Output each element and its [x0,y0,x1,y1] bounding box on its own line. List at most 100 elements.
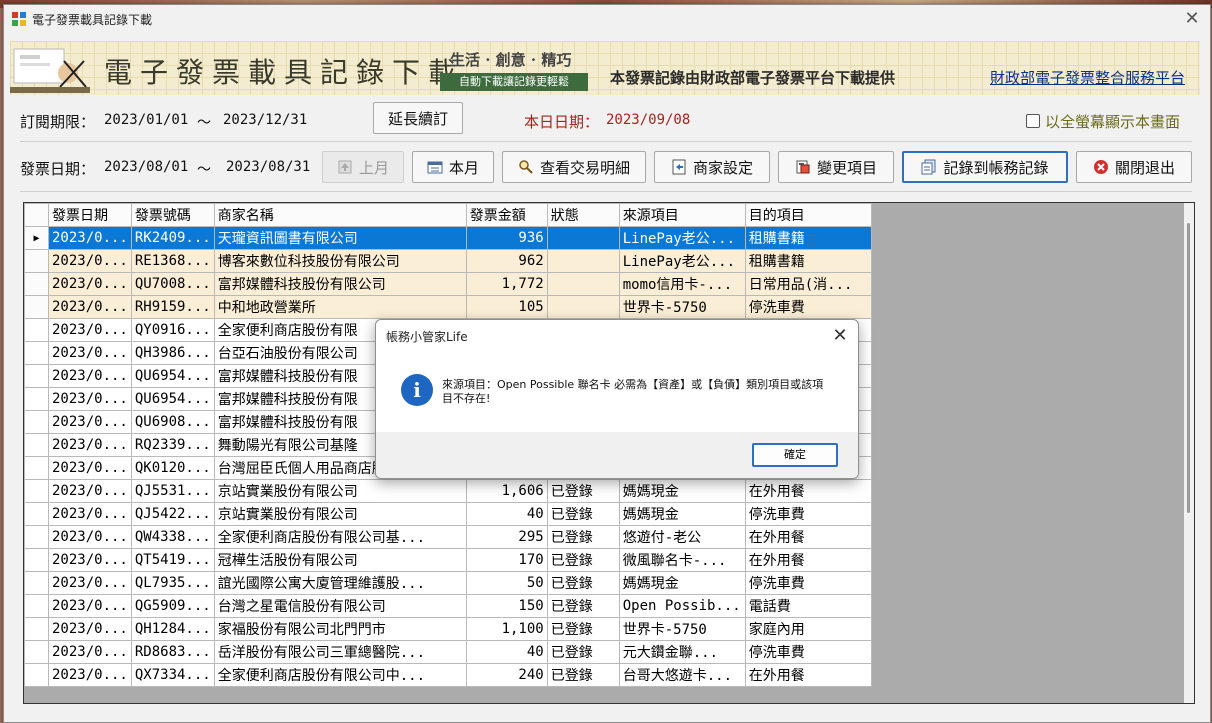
cell-target[interactable]: 在外用餐 [744,663,872,687]
cell-amount[interactable]: 170 [465,548,548,572]
cell-source[interactable]: 元大鑽金聯... [618,640,746,664]
cell-merchant[interactable]: 岳洋股份有限公司三軍總醫院... [213,640,467,664]
cell-merchant[interactable]: 全家便利商店股份有限公司基... [213,525,467,549]
cell-amount[interactable]: 936 [465,226,548,250]
cell-status[interactable]: 已登錄 [546,571,620,595]
cell-no[interactable]: QJ5422... [130,502,215,526]
scrollbar-thumb[interactable] [1187,223,1190,513]
cell-date[interactable]: 2023/0... [48,433,132,457]
cell-date[interactable]: 2023/0... [48,318,132,342]
cell-source[interactable]: LinePay老公... [618,226,746,250]
cell-target[interactable]: 家庭內用 [744,617,872,641]
ok-button[interactable]: 確定 [752,443,838,467]
cell-amount[interactable]: 50 [465,571,548,595]
row-header[interactable] [24,663,49,687]
column-header[interactable]: 商家名稱 [213,203,467,227]
cell-amount[interactable]: 962 [465,249,548,273]
table-row[interactable]: 2023/0... QX7334... 全家便利商店股份有限公司中... 240 已登錄… [24,663,872,687]
row-header[interactable] [24,502,49,526]
cell-date[interactable]: 2023/0... [48,548,132,572]
row-header[interactable] [24,548,49,572]
close-exit-button[interactable]: 關閉退出 [1076,151,1192,183]
cell-status[interactable]: 已登錄 [546,525,620,549]
this-month-button[interactable]: 本月 [412,151,494,183]
table-row[interactable]: ▶ 2023/0... RK2409... 天瓏資訊圖書有限公司 936 LinePay老… [24,226,872,250]
cell-amount[interactable]: 150 [465,594,548,618]
cell-date[interactable]: 2023/0... [48,341,132,365]
cell-target[interactable]: 停洗車費 [744,640,872,664]
cell-target[interactable]: 停洗車費 [744,502,872,526]
row-header[interactable] [24,571,49,595]
row-header[interactable] [24,387,49,411]
table-row[interactable]: 2023/0... QL7935... 誼光國際公寓大廈管理維護股... 50 已登錄媽… [24,571,872,595]
fullscreen-label[interactable]: 以全螢幕顯示本畫面 [1045,111,1180,132]
cell-status[interactable] [546,226,620,250]
cell-date[interactable]: 2023/0... [48,663,132,687]
einvoice-portal-link[interactable]: 財政部電子發票整合服務平台 [990,67,1185,88]
cell-amount[interactable]: 1,606 [465,479,548,503]
cell-merchant[interactable]: 家福股份有限公司北門門市 [213,617,467,641]
cell-date[interactable]: 2023/0... [48,387,132,411]
cell-amount[interactable]: 1,100 [465,617,548,641]
cell-no[interactable]: QU6954... [130,364,215,388]
cell-date[interactable]: 2023/0... [48,479,132,503]
column-header[interactable]: 狀態 [546,203,620,227]
cell-source[interactable]: 媽媽現金 [618,479,746,503]
cell-merchant[interactable]: 京站實業股份有限公司 [213,479,467,503]
cell-target[interactable]: 在外用餐 [744,479,872,503]
view-details-button[interactable]: 查看交易明細 [502,151,646,183]
cell-target[interactable]: 停洗車費 [744,571,872,595]
cell-no[interactable]: QG5909... [130,594,215,618]
cell-date[interactable]: 2023/0... [48,272,132,296]
row-header[interactable] [24,364,49,388]
cell-source[interactable]: 世界卡-5750 [618,295,746,319]
column-header[interactable]: 發票號碼 [130,203,215,227]
cell-amount[interactable]: 295 [465,525,548,549]
cell-amount[interactable]: 40 [465,640,548,664]
cell-merchant[interactable]: 台灣之星電信股份有限公司 [213,594,467,618]
table-row[interactable]: 2023/0... QU7008... 富邦媒體科技股份有限公司 1,772 momo信… [24,272,872,296]
cell-date[interactable]: 2023/0... [48,456,132,480]
cell-no[interactable]: QJ5531... [130,479,215,503]
table-row[interactable]: 2023/0... QJ5422... 京站實業股份有限公司 40 已登錄 媽媽現金 停洗車… [24,502,872,526]
table-row[interactable]: 2023/0... RD8683... 岳洋股份有限公司三軍總醫院... 40 已登錄元… [24,640,872,664]
cell-date[interactable]: 2023/0... [48,502,132,526]
cell-no[interactable]: QU7008... [130,272,215,296]
cell-source[interactable]: 台哥大悠遊卡... [618,663,746,687]
column-header[interactable]: 發票日期 [48,203,132,227]
cell-no[interactable]: QK0120... [130,456,215,480]
fullscreen-checkbox[interactable] [1026,114,1040,128]
row-header[interactable] [24,249,49,273]
table-row[interactable]: 2023/0... QT5419... 冠樺生活股份有限公司 170 已登錄 微風聯名卡-… [24,548,872,572]
row-header[interactable] [24,640,49,664]
row-header[interactable] [24,295,49,319]
cell-date[interactable]: 2023/0... [48,249,132,273]
record-to-ledger-button[interactable]: 記錄到帳務記錄 [902,151,1068,183]
cell-no[interactable]: QU6908... [130,410,215,434]
cell-no[interactable]: QH1284... [130,617,215,641]
cell-no[interactable]: QW4338... [130,525,215,549]
cell-status[interactable]: 已登錄 [546,479,620,503]
cell-target[interactable]: 電話費 [744,594,872,618]
cell-no[interactable]: QX7334... [130,663,215,687]
cell-status[interactable] [546,249,620,273]
dialog-close-icon[interactable]: ✕ [826,322,854,350]
prev-month-button[interactable]: 上月 [322,151,404,183]
cell-no[interactable]: QL7935... [130,571,215,595]
cell-amount[interactable]: 40 [465,502,548,526]
row-header[interactable] [24,410,49,434]
cell-merchant[interactable]: 冠樺生活股份有限公司 [213,548,467,572]
column-header[interactable]: 來源項目 [618,203,746,227]
cell-amount[interactable]: 1,772 [465,272,548,296]
cell-date[interactable]: 2023/0... [48,226,132,250]
cell-date[interactable]: 2023/0... [48,410,132,434]
cell-merchant[interactable]: 誼光國際公寓大廈管理維護股... [213,571,467,595]
cell-target[interactable]: 租購書籍 [744,249,872,273]
cell-status[interactable]: 已登錄 [546,594,620,618]
cell-merchant[interactable]: 天瓏資訊圖書有限公司 [213,226,467,250]
cell-status[interactable]: 已登錄 [546,663,620,687]
cell-source[interactable]: 媽媽現金 [618,502,746,526]
row-header[interactable] [24,479,49,503]
window-close-icon[interactable]: ✕ [1180,7,1204,31]
cell-no[interactable]: RD8683... [130,640,215,664]
